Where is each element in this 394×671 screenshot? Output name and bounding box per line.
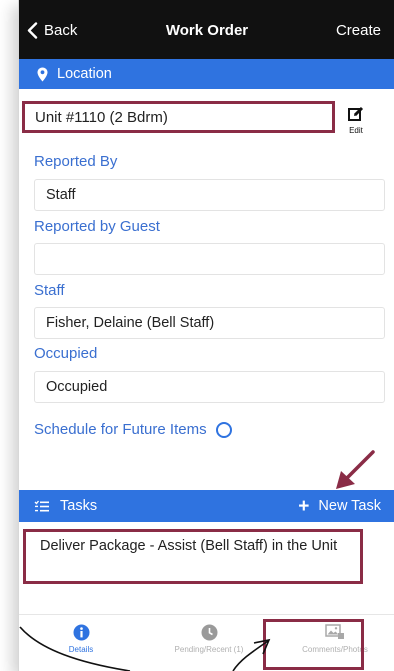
phone-screen: Back Work Order Create Location Unit #11… [18, 0, 394, 671]
photos-icon [325, 623, 344, 639]
reported-by-guest-label: Reported by Guest [34, 218, 160, 235]
location-section-label: Location [57, 66, 112, 82]
tab-pending-label: Pending/Recent (1) [174, 645, 244, 654]
occupied-label: Occupied [34, 345, 98, 362]
edit-button[interactable]: Edit [341, 106, 371, 135]
unit-value: Unit #1110 (2 Bdrm) [35, 108, 168, 126]
top-nav-bar: Back Work Order Create [19, 0, 394, 59]
tab-details-label: Details [68, 645, 94, 654]
back-label: Back [44, 22, 78, 39]
reported-by-label: Reported By [34, 153, 118, 170]
task-item[interactable]: Deliver Package - Assist (Bell Staff) in… [23, 529, 363, 584]
tasks-section-header: Tasks + New Task [19, 490, 394, 522]
schedule-future-radio[interactable] [215, 421, 232, 438]
tab-comments-photos[interactable]: Comments/Photos [285, 623, 385, 654]
reported-by-field[interactable]: Staff [34, 179, 385, 211]
create-button[interactable]: Create [336, 22, 381, 39]
tab-pending-recent[interactable]: Pending/Recent (1) [149, 623, 269, 654]
schedule-future-row: Schedule for Future Items [34, 421, 232, 438]
task-list-icon [34, 500, 49, 511]
back-button[interactable]: Back [27, 22, 77, 39]
tab-details[interactable]: Details [57, 623, 105, 654]
bottom-tab-bar: Details Pending/Recent (1) Comments/Phot… [19, 614, 394, 671]
staff-label: Staff [34, 282, 65, 299]
location-section-header: Location [19, 59, 394, 89]
task-item-label: Deliver Package - Assist (Bell Staff) in… [40, 538, 338, 554]
reported-by-value: Staff [46, 187, 76, 203]
map-pin-icon [37, 67, 48, 81]
tasks-title: Tasks [34, 498, 97, 514]
tasks-section-label: Tasks [60, 498, 98, 514]
new-task-label: New Task [318, 498, 381, 514]
occupied-value: Occupied [46, 379, 108, 395]
edit-icon [348, 106, 364, 121]
occupied-field[interactable]: Occupied [34, 371, 385, 403]
plus-icon: + [298, 495, 310, 517]
info-icon [73, 624, 89, 640]
staff-field[interactable]: Fisher, Delaine (Bell Staff) [34, 307, 385, 339]
clock-icon [201, 624, 217, 640]
reported-by-guest-field[interactable] [34, 243, 385, 275]
new-task-button[interactable]: + New Task [298, 497, 381, 516]
tab-comments-label: Comments/Photos [302, 645, 368, 654]
schedule-future-label: Schedule for Future Items [34, 421, 207, 438]
staff-value: Fisher, Delaine (Bell Staff) [46, 315, 215, 331]
unit-field[interactable]: Unit #1110 (2 Bdrm) [22, 101, 335, 133]
edit-label: Edit [349, 126, 363, 135]
chevron-left-icon [27, 22, 38, 39]
